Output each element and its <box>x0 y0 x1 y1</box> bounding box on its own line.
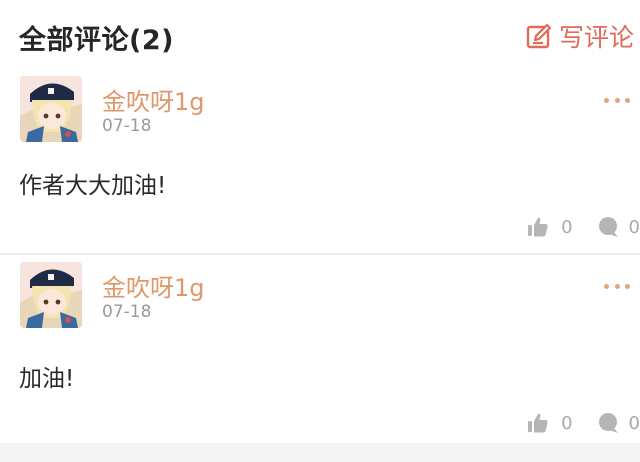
like-button[interactable]: 0 <box>527 412 573 434</box>
reply-count: 0 <box>628 412 640 434</box>
comment-text: 作者大大加油! <box>19 173 167 199</box>
like-count: 0 <box>561 412 573 434</box>
comment-actions: 0 0 <box>527 412 640 434</box>
comment-date: 07-18 <box>102 302 152 322</box>
avatar-image <box>20 262 82 328</box>
comments-title: 全部评论(2) <box>19 25 174 56</box>
comment-date: 07-18 <box>102 116 152 136</box>
comment-item: 金吹呀1g 07-18 加油! 0 0 <box>0 256 640 442</box>
comment-actions: 0 0 <box>527 216 640 238</box>
write-comment-button[interactable]: 写评论 <box>525 18 634 54</box>
comment-text: 加油! <box>19 366 75 392</box>
edit-icon <box>526 23 552 49</box>
write-comment-label: 写评论 <box>558 23 634 52</box>
speech-bubble-icon <box>598 413 618 433</box>
reply-count: 0 <box>628 216 640 238</box>
comment-username[interactable]: 金吹呀1g <box>102 268 205 303</box>
avatar[interactable] <box>20 262 82 328</box>
like-button[interactable]: 0 <box>527 216 573 238</box>
speech-bubble-icon <box>598 217 618 237</box>
reply-button[interactable]: 0 <box>597 412 640 434</box>
avatar[interactable] <box>20 76 82 142</box>
more-options-icon[interactable] <box>604 280 630 292</box>
divider <box>0 253 640 255</box>
reply-button[interactable]: 0 <box>597 216 640 238</box>
comment-username[interactable]: 金吹呀1g <box>102 82 205 117</box>
comment-item: 金吹呀1g 07-18 作者大大加油! 0 0 <box>0 70 640 254</box>
avatar-image <box>20 76 82 142</box>
thumbs-up-icon <box>528 413 548 433</box>
comments-header: 全部评论(2) 写评论 <box>0 0 640 70</box>
more-options-icon[interactable] <box>604 94 630 106</box>
bottom-separator <box>0 443 640 462</box>
like-count: 0 <box>561 216 573 238</box>
thumbs-up-icon <box>528 217 548 237</box>
